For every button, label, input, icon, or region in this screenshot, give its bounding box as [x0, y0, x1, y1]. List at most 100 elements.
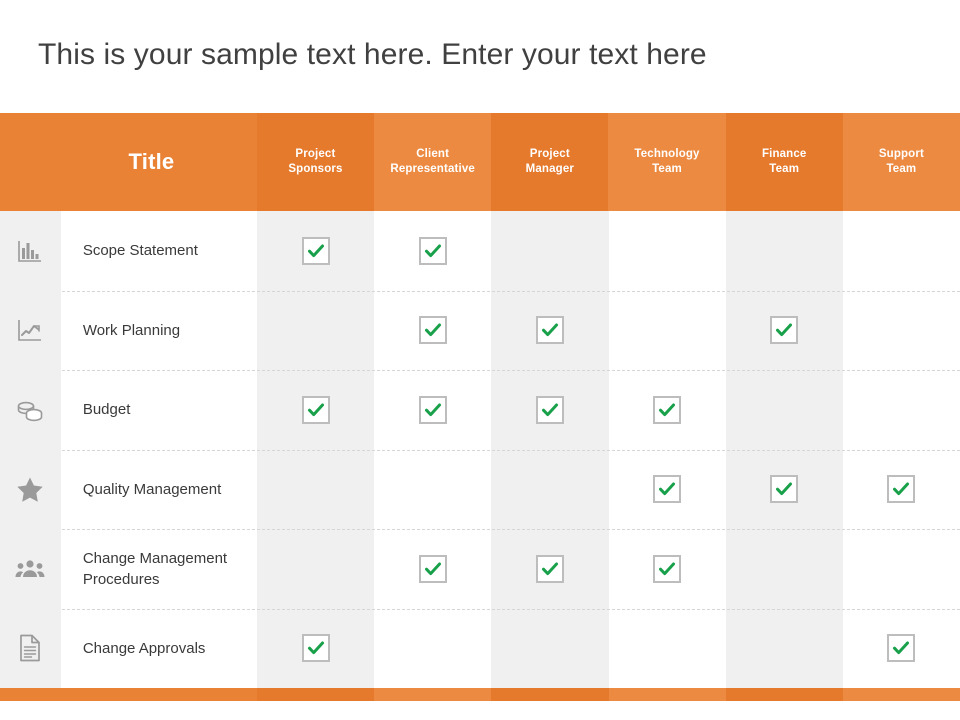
- matrix-cell[interactable]: [375, 291, 492, 371]
- matrix-cell[interactable]: [375, 609, 492, 689]
- matrix-cell[interactable]: [843, 370, 960, 450]
- matrix-cell[interactable]: [258, 291, 375, 371]
- table-row: Change Approvals: [0, 608, 960, 689]
- checkmark-icon[interactable]: [887, 634, 916, 663]
- table-row: Change Management Procedures: [0, 529, 960, 609]
- checkmark-icon[interactable]: [653, 395, 682, 424]
- matrix-cell[interactable]: [492, 370, 609, 450]
- slide-canvas: This is your sample text here. Enter you…: [0, 0, 960, 720]
- header-cell-title: Title: [0, 113, 257, 211]
- header-cell-support-team[interactable]: Support Team: [842, 113, 960, 211]
- header-cell-client-representative[interactable]: Client Representative: [374, 113, 492, 211]
- table-row: Scope Statement: [0, 211, 960, 291]
- row-label: Quality Management: [82, 480, 222, 498]
- footer-segment-title: [0, 688, 258, 701]
- matrix-cell[interactable]: [726, 450, 843, 530]
- checkmark-icon[interactable]: [536, 316, 565, 345]
- checkmark-icon[interactable]: [419, 554, 448, 583]
- header-label-line2: Team: [652, 163, 682, 175]
- checkmark-icon[interactable]: [653, 475, 682, 504]
- star-icon: [0, 450, 61, 530]
- row-label: Change Management Procedures: [82, 549, 228, 588]
- matrix-cell[interactable]: [258, 609, 375, 689]
- page-title: This is your sample text here. Enter you…: [38, 38, 707, 71]
- matrix-cell[interactable]: [258, 370, 375, 450]
- header-title-label: Title: [128, 149, 175, 174]
- table-header-row: Title Project Sponsors Client Representa…: [0, 113, 960, 211]
- header-cell-technology-team[interactable]: Technology Team: [608, 113, 726, 211]
- line-chart-icon: [0, 291, 61, 371]
- footer-accent-bar: [0, 688, 960, 701]
- matrix-cell[interactable]: [726, 211, 843, 291]
- header-label-line2: Manager: [525, 163, 574, 175]
- table-row: Budget: [0, 370, 960, 450]
- checkmark-icon[interactable]: [653, 554, 682, 583]
- footer-segment-2: [374, 688, 492, 701]
- matrix-cell[interactable]: [843, 450, 960, 530]
- row-label: Budget: [82, 401, 131, 419]
- header-label-line1: Client: [416, 148, 450, 160]
- matrix-cell[interactable]: [609, 370, 726, 450]
- matrix-cell[interactable]: [492, 211, 609, 291]
- header-label-line2: Team: [769, 163, 800, 175]
- footer-segment-5: [725, 688, 843, 701]
- checkmark-icon[interactable]: [419, 395, 448, 424]
- row-label: Scope Statement: [82, 242, 198, 260]
- bar-chart-icon: [0, 211, 61, 291]
- matrix-cell[interactable]: [726, 370, 843, 450]
- matrix-cell[interactable]: [609, 450, 726, 530]
- footer-segment-3: [491, 688, 609, 701]
- header-cell-project-manager[interactable]: Project Manager: [491, 113, 609, 211]
- matrix-cell[interactable]: [492, 450, 609, 530]
- matrix-cell[interactable]: [258, 529, 375, 609]
- matrix-cell[interactable]: [609, 291, 726, 371]
- header-label-line2: Team: [886, 163, 917, 175]
- checkmark-icon[interactable]: [419, 316, 448, 345]
- checkmark-icon[interactable]: [302, 634, 331, 663]
- header-label-line1: Project: [295, 148, 336, 160]
- checkmark-icon[interactable]: [770, 316, 799, 345]
- matrix-cell[interactable]: [609, 211, 726, 291]
- matrix-cell[interactable]: [843, 529, 960, 609]
- matrix-cell[interactable]: [492, 609, 609, 689]
- footer-segment-1: [257, 688, 375, 701]
- table-row: Work Planning: [0, 290, 960, 371]
- checkmark-icon[interactable]: [302, 236, 331, 265]
- matrix-cell[interactable]: [258, 450, 375, 530]
- matrix-cell[interactable]: [492, 529, 609, 609]
- row-label: Work Planning: [82, 321, 181, 339]
- header-cell-finance-team[interactable]: Finance Team: [725, 113, 843, 211]
- table-row: Quality Management: [0, 449, 960, 530]
- matrix-cell[interactable]: [843, 291, 960, 371]
- checkmark-icon[interactable]: [419, 236, 448, 265]
- matrix-cell[interactable]: [375, 529, 492, 609]
- matrix-cell[interactable]: [726, 291, 843, 371]
- coins-icon: [0, 370, 61, 450]
- footer-segment-6: [842, 688, 960, 701]
- raci-matrix-table: Title Project Sponsors Client Representa…: [0, 113, 960, 701]
- checkmark-icon[interactable]: [536, 395, 565, 424]
- checkmark-icon[interactable]: [536, 554, 565, 583]
- matrix-cell[interactable]: [726, 529, 843, 609]
- header-cell-project-sponsors[interactable]: Project Sponsors: [256, 113, 375, 211]
- footer-segment-4: [608, 688, 726, 701]
- matrix-cell[interactable]: [375, 450, 492, 530]
- matrix-cell[interactable]: [843, 211, 960, 291]
- matrix-cell[interactable]: [375, 211, 492, 291]
- matrix-cell[interactable]: [843, 609, 960, 689]
- header-label-line1: Finance: [761, 148, 807, 160]
- row-label: Change Approvals: [82, 639, 206, 657]
- checkmark-icon[interactable]: [770, 475, 799, 504]
- header-label-line1: Support: [878, 148, 924, 160]
- matrix-cell[interactable]: [492, 291, 609, 371]
- matrix-cell[interactable]: [375, 370, 492, 450]
- table-body: Scope Statement Work Planning Budget Qualit…: [0, 211, 960, 688]
- matrix-cell[interactable]: [609, 609, 726, 689]
- matrix-cell[interactable]: [609, 529, 726, 609]
- checkmark-icon[interactable]: [302, 395, 331, 424]
- document-icon: [0, 609, 61, 689]
- matrix-cell[interactable]: [726, 609, 843, 689]
- matrix-cell[interactable]: [258, 211, 375, 291]
- checkmark-icon[interactable]: [887, 475, 916, 504]
- header-label-line2: Sponsors: [288, 163, 343, 175]
